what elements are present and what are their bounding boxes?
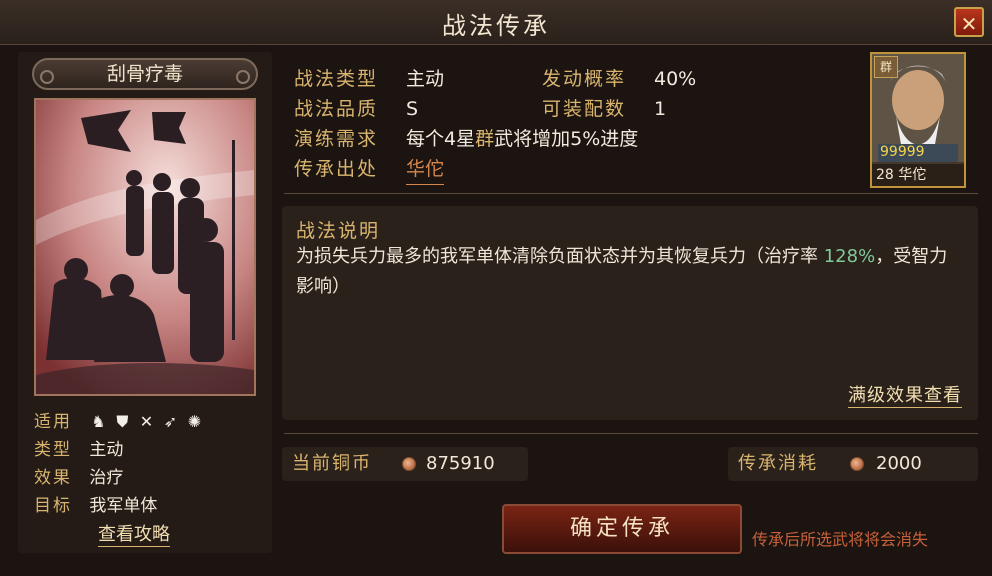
- info-row-quality: 战法品质 S 可装配数 1: [294, 94, 666, 124]
- faction-badge: 群: [874, 56, 898, 78]
- title-bar: 战法传承 ✕: [0, 0, 992, 45]
- tactic-quality-value: S: [406, 98, 419, 120]
- tactic-type-value: 主动: [406, 68, 445, 90]
- trigger-rate-label: 发动概率: [542, 68, 627, 90]
- tactic-name: 刮骨疗毒: [32, 58, 258, 90]
- heal-rate: 128%: [823, 246, 876, 267]
- general-level-name: 28 华佗: [872, 164, 964, 186]
- equip-count-value: 1: [654, 98, 667, 120]
- current-copper: 当前铜币 875910: [282, 447, 528, 481]
- general-portrait-card[interactable]: 群 99999 28 华佗: [870, 52, 966, 188]
- description-part1: 为损失兵力最多的我军单体清除负面状态并为其恢复兵力（治疗率: [296, 246, 818, 267]
- general-level: 28: [876, 167, 894, 183]
- copper-coin-icon: [402, 457, 416, 471]
- info-row-type: 战法类型 主动 发动概率 40%: [294, 64, 696, 94]
- type-label: 类型: [34, 440, 72, 460]
- target-row: 目标 我军单体: [34, 492, 203, 520]
- inherit-warning: 传承后所选武将将会消失: [752, 530, 929, 549]
- tactic-quality-label: 战法品质: [294, 98, 379, 120]
- applicable-label: 适用: [34, 412, 72, 432]
- spear-icon: ➶: [163, 412, 178, 431]
- max-level-effect-link[interactable]: 满级效果查看: [848, 381, 962, 408]
- equip-count-label: 可装配数: [542, 98, 627, 120]
- general-name: 华佗: [898, 167, 927, 183]
- target-value: 我军单体: [89, 496, 158, 516]
- current-copper-label: 当前铜币: [292, 453, 372, 474]
- training-prefix: 每个4星: [406, 128, 476, 150]
- training-requirement: 每个4星群武将增加5%进度: [406, 124, 638, 154]
- tactic-attributes: 适用 ♞ ⛊ ✕ ➶ ✺ 类型 主动 效果 治疗 目标 我军单体: [34, 408, 203, 520]
- divider: [284, 433, 978, 434]
- info-row-training: 演练需求 每个4星群武将增加5%进度: [294, 124, 638, 154]
- divider: [284, 193, 978, 194]
- type-value: 主动: [89, 440, 124, 460]
- description-text: 为损失兵力最多的我军单体清除负面状态并为其恢复兵力（治疗率 128%，受智力影响…: [296, 242, 956, 302]
- confirm-inherit-button[interactable]: 确定传承: [502, 504, 742, 554]
- training-faction: 群: [475, 128, 495, 150]
- inherit-cost: 传承消耗 2000: [728, 447, 978, 481]
- applicable-troop-icons: ♞ ⛊ ✕ ➶ ✺: [89, 412, 203, 431]
- tactic-illustration: [34, 98, 256, 396]
- training-suffix: 武将增加5%进度: [494, 128, 639, 150]
- tactic-card-panel: 刮骨疗毒 适用 ♞ ⛊ ✕ ➶ ✺ 类型 主动 效果 治疗 目标 我军单体 查看…: [18, 52, 272, 553]
- close-button[interactable]: ✕: [954, 7, 984, 37]
- effect-label: 效果: [34, 468, 72, 488]
- inherit-cost-label: 传承消耗: [738, 453, 818, 474]
- trigger-rate-value: 40%: [654, 68, 697, 90]
- close-icon: ✕: [960, 12, 978, 36]
- wheel-icon: ✺: [187, 412, 202, 431]
- training-label: 演练需求: [294, 128, 379, 150]
- source-general-link[interactable]: 华佗: [406, 154, 445, 185]
- description-title: 战法说明: [296, 220, 381, 242]
- info-row-source: 传承出处 华佗: [294, 154, 638, 185]
- applicable-row: 适用 ♞ ⛊ ✕ ➶ ✺: [34, 408, 203, 436]
- view-guide-link[interactable]: 查看攻略: [98, 520, 170, 547]
- copper-coin-icon: [850, 457, 864, 471]
- target-label: 目标: [34, 496, 72, 516]
- type-row: 类型 主动: [34, 436, 203, 464]
- current-copper-value: 875910: [426, 453, 495, 474]
- description-panel: 战法说明 为损失兵力最多的我军单体清除负面状态并为其恢复兵力（治疗率 128%，…: [282, 206, 978, 420]
- effect-value: 治疗: [89, 468, 124, 488]
- crossbow-icon: ✕: [139, 412, 154, 431]
- inherit-cost-value: 2000: [876, 453, 922, 474]
- effect-row: 效果 治疗: [34, 464, 203, 492]
- tactic-info: 战法类型 主动 发动概率 40% 战法品质 S 可装配数 1 演练需求 每个4星群武将增加…: [294, 64, 696, 185]
- shield-icon: ⛊: [116, 412, 129, 431]
- tactic-art-silhouettes: [36, 100, 254, 394]
- source-label: 传承出处: [294, 158, 379, 180]
- window-title: 战法传承: [442, 12, 550, 40]
- star-rating: 99999: [880, 144, 925, 160]
- tactic-type-label: 战法类型: [294, 68, 379, 90]
- cavalry-icon: ♞: [91, 412, 106, 431]
